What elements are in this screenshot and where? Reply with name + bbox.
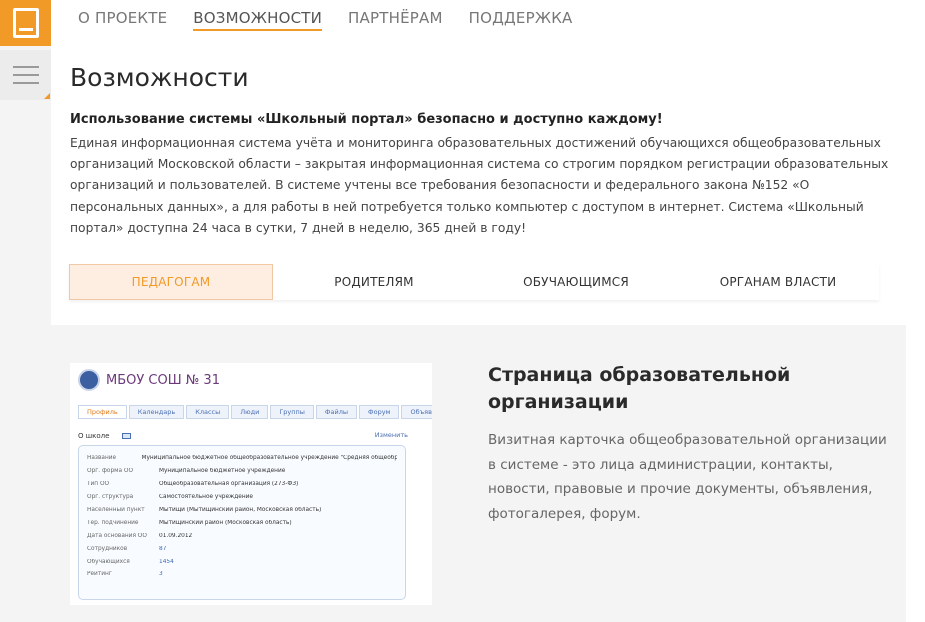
edit-link: Изменить (374, 431, 408, 439)
info-value: Мытищи (Мытищинский район, Московская об… (159, 507, 322, 513)
school-tab: Календарь (128, 405, 185, 419)
feature-panel: МБОУ СОШ № 31 Профиль Календарь Классы Л… (51, 325, 906, 622)
info-row: Орг. форма ОО Муниципальное бюджетное учр… (87, 465, 397, 478)
school-tab: Люди (231, 405, 269, 419)
info-row: Тип ОО Общеобразовательная организация (2… (87, 478, 397, 491)
page-title: Возможности (70, 63, 249, 92)
feature-title: Страница образовательной организации (488, 364, 791, 413)
nav-item-support[interactable]: ПОДДЕРЖКА (469, 9, 573, 31)
school-tab: Профиль (78, 405, 127, 419)
logo[interactable] (0, 0, 51, 46)
info-key: Название (87, 455, 117, 462)
info-key: Рейтинг (87, 571, 112, 578)
info-value: 3 (159, 571, 163, 578)
book-icon (12, 8, 39, 38)
info-key: Населенный пункт (87, 507, 145, 513)
tab-students[interactable]: ОБУЧАЮЩИМСЯ (475, 264, 677, 300)
info-row: Обучающихся 1454 (87, 555, 397, 568)
school-tabs: Профиль Календарь Классы Люди Группы Фай… (78, 405, 432, 419)
nav-item-features[interactable]: ВОЗМОЖНОСТИ (193, 9, 323, 31)
school-logo-icon (78, 369, 100, 391)
mail-icon (121, 433, 131, 439)
school-info-card: Название Муниципальное бюджетное общеобра… (78, 445, 406, 600)
info-key: Тер. подчинение (87, 519, 139, 526)
info-key: Орг. форма ОО (87, 468, 134, 475)
school-tab: Объявления (401, 405, 432, 419)
about-school-row: О школе (78, 432, 131, 440)
info-value: Муниципальное бюджетное учреждение (159, 468, 286, 475)
info-value: Мытищинский район (Московская область) (159, 519, 292, 526)
hamburger-icon-line (12, 66, 39, 68)
info-row: Тер. подчинение Мытищинский район (Москов… (87, 516, 397, 529)
info-row: Рейтинг 3 (87, 568, 397, 581)
nav-item-about[interactable]: О ПРОЕКТЕ (78, 9, 167, 31)
tab-authorities[interactable]: ОРГАНАМ ВЛАСТИ (677, 264, 879, 300)
info-value: 1454 (159, 558, 174, 565)
nav-item-partners[interactable]: ПАРТНЁРАМ (348, 9, 443, 31)
feature-screenshot: МБОУ СОШ № 31 Профиль Календарь Классы Л… (70, 363, 432, 605)
info-value: Муниципальное бюджетное общеобразователь… (141, 455, 397, 462)
feature-description: Визитная карточка общеобразовательной ор… (488, 432, 887, 522)
intro-heading: Использование системы «Школьный портал» … (70, 112, 663, 127)
school-tab: Группы (270, 405, 314, 419)
info-key: Обучающихся (87, 558, 130, 565)
top-nav: О ПРОЕКТЕ ВОЗМОЖНОСТИ ПАРТНЁРАМ ПОДДЕРЖК… (78, 9, 573, 31)
info-key: Дата основания ОО (87, 532, 147, 539)
info-key: Сотрудников (87, 545, 128, 552)
school-tab: Форум (359, 405, 400, 419)
info-row: Орг. структура Самостоятельное учреждение (87, 491, 397, 504)
about-school-label: О школе (78, 432, 110, 440)
school-tab: Классы (186, 405, 230, 419)
info-value: Самостоятельное учреждение (159, 494, 253, 501)
info-row: Населенный пункт Мытищи (Мытищинский райо… (87, 504, 397, 517)
info-key: Орг. структура (87, 494, 134, 501)
page: О ПРОЕКТЕ ВОЗМОЖНОСТИ ПАРТНЁРАМ ПОДДЕРЖК… (0, 0, 925, 622)
corner-marker-icon (44, 93, 50, 99)
info-value: 01.09.2012 (159, 532, 193, 539)
school-tab: Файлы (315, 405, 357, 419)
audience-tabs: ПЕДАГОГАМ РОДИТЕЛЯМ ОБУЧАЮЩИМСЯ ОРГАНАМ … (69, 264, 879, 300)
info-value: Общеобразовательная организация (273-ФЗ) (159, 481, 299, 488)
menu-button[interactable] (0, 50, 51, 100)
tab-parents[interactable]: РОДИТЕЛЯМ (273, 264, 475, 300)
intro-text: Единая информационная система учёта и мо… (70, 136, 889, 235)
left-rail (0, 0, 51, 622)
hamburger-icon-line (12, 74, 39, 76)
info-row: Дата основания ОО 01.09.2012 (87, 529, 397, 542)
hamburger-icon-line (12, 82, 39, 84)
info-row: Сотрудников 87 (87, 542, 397, 555)
info-value: 87 (159, 545, 167, 552)
info-key: Тип ОО (87, 481, 110, 488)
school-header: МБОУ СОШ № 31 (78, 369, 220, 391)
school-name: МБОУ СОШ № 31 (106, 372, 220, 388)
info-row: Название Муниципальное бюджетное общеобра… (87, 452, 397, 465)
tab-teachers[interactable]: ПЕДАГОГАМ (69, 264, 273, 300)
